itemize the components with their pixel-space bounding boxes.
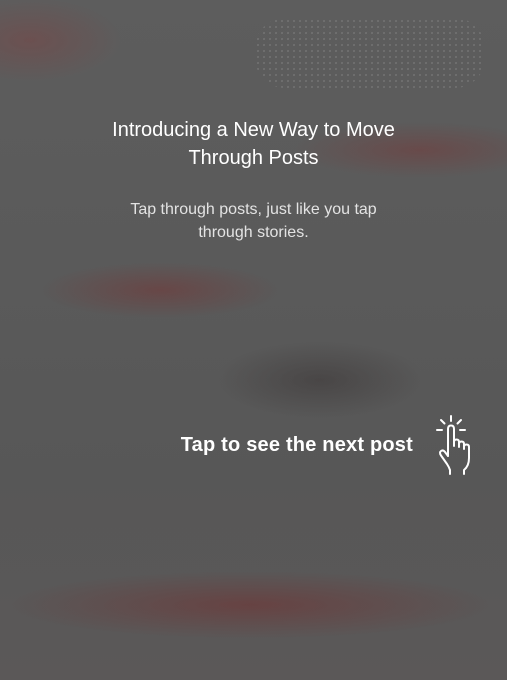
blurred-background-pattern — [255, 18, 485, 88]
tap-hint-label: Tap to see the next post — [180, 433, 413, 456]
tap-hand-icon — [436, 415, 470, 475]
onboarding-overlay[interactable]: Introducing a New Way to Move Through Po… — [0, 0, 507, 680]
intro-title: Introducing a New Way to Move Through Po… — [112, 119, 395, 169]
intro-subtitle: Tap through posts, just like you tap thr… — [130, 201, 377, 241]
tap-hint[interactable]: Tap to see the next post — [181, 414, 475, 476]
intro-section: Introducing a New Way to Move Through Po… — [0, 116, 507, 244]
